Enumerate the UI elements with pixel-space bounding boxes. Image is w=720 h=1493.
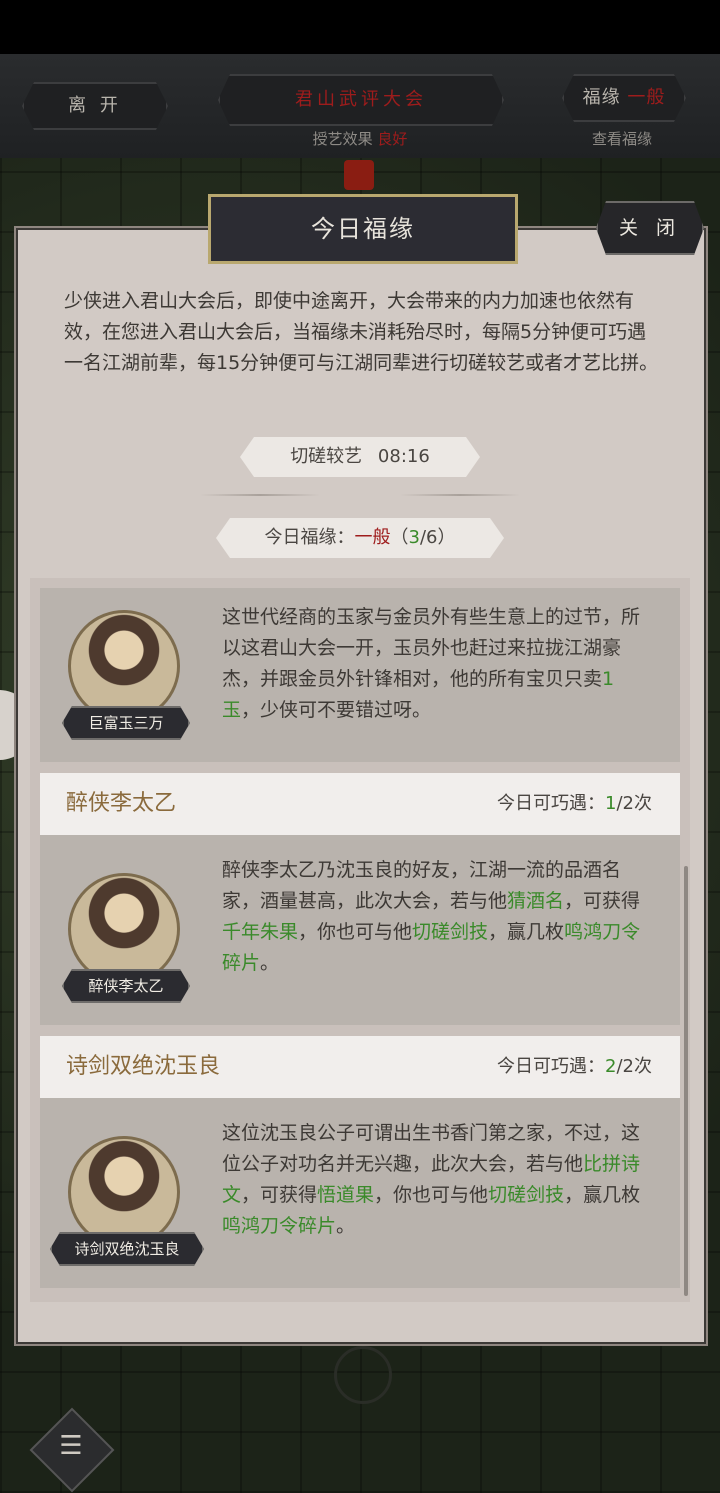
npc-desc-text: ，你也可与他 bbox=[298, 921, 413, 943]
count-total: /2次 bbox=[616, 1056, 652, 1077]
close-button[interactable]: 关 闭 bbox=[596, 201, 704, 255]
count-label: 今日可巧遇： bbox=[497, 1056, 606, 1077]
event-title[interactable]: 君山武评大会 bbox=[218, 74, 504, 126]
fortune-button[interactable]: 福缘 一般 bbox=[562, 74, 686, 122]
event-effect-label: 授艺效果 bbox=[312, 130, 373, 148]
spar-label: 切磋较艺 bbox=[290, 446, 363, 467]
npc-desc-text: ，可获得 bbox=[241, 1184, 318, 1206]
spar-timer: 切磋较艺 08:16 bbox=[240, 437, 480, 477]
status-bar bbox=[0, 0, 720, 54]
npc-card-header: 诗剑双绝沈玉良 今日可巧遇：2/2次 bbox=[40, 1036, 680, 1098]
npc-description: 这世代经商的玉家与金员外有些生意上的过节，所以这君山大会一开，玉员外也赶过来拉拢… bbox=[222, 602, 652, 726]
panel-description: 少侠进入君山大会后，即使中途离开，大会带来的内力加速也依然有效，在您进入君山大会… bbox=[64, 290, 659, 374]
npc-desc-text: ，赢几枚 bbox=[564, 1184, 641, 1206]
top-bar: 离 开 君山武评大会 授艺效果 良好 福缘 一般 查看福缘 bbox=[0, 54, 720, 160]
npc-desc-text: ，赢几枚 bbox=[488, 921, 565, 943]
npc-desc-text: 。 bbox=[336, 1215, 356, 1237]
divider-left bbox=[200, 494, 320, 496]
npc-desc-highlight: 悟道果 bbox=[317, 1184, 375, 1206]
npc-avatar[interactable] bbox=[68, 610, 180, 722]
npc-description: 醉侠李太乙乃沈玉良的好友，江湖一流的品酒名家，酒量甚高，此次大会，若与他猜酒名，… bbox=[222, 855, 652, 979]
chat-icon: ☰ bbox=[59, 1431, 83, 1461]
npc-desc-highlight: 千年朱果 bbox=[222, 921, 299, 943]
today-fortune-label: 今日福缘： bbox=[264, 527, 355, 548]
npc-description: 这位沈玉良公子可谓出生书香门第之家，不过，这位公子对功名并无兴趣，此次大会，若与… bbox=[222, 1118, 652, 1242]
npc-encounter-count: 今日可巧遇：1/2次 bbox=[497, 773, 652, 835]
npc-desc-highlight[interactable]: 猜酒名 bbox=[507, 890, 564, 912]
event-title-text: 君山武评大会 bbox=[295, 89, 427, 110]
npc-desc-text: 。 bbox=[260, 952, 280, 974]
npc-card-body: 诗剑双绝沈玉良 这位沈玉良公子可谓出生书香门第之家，不过，这位公子对功名并无兴趣… bbox=[40, 1098, 680, 1288]
count-used: 1 bbox=[605, 793, 617, 814]
fortune-button-value: 一般 bbox=[627, 87, 666, 108]
divider-right bbox=[400, 494, 520, 496]
today-fortune-total: /6 bbox=[419, 527, 438, 548]
npc-name-tag: 醉侠李太乙 bbox=[62, 969, 190, 1003]
scrollbar[interactable] bbox=[684, 866, 688, 1296]
npc-name: 诗剑双绝沈玉良 bbox=[66, 1054, 221, 1079]
npc-desc-highlight[interactable]: 切磋剑技 bbox=[412, 921, 488, 943]
npc-desc-highlight[interactable]: 切磋剑技 bbox=[488, 1184, 564, 1206]
event-effect: 授艺效果 良好 bbox=[300, 128, 420, 149]
view-fortune-link[interactable]: 查看福缘 bbox=[572, 128, 672, 149]
npc-list[interactable]: 巨富玉三万 这世代经商的玉家与金员外有些生意上的过节，所以这君山大会一开，玉员外… bbox=[30, 578, 690, 1302]
spar-time: 08:16 bbox=[377, 446, 430, 467]
today-fortune: 今日福缘：一般（3/6） bbox=[216, 518, 504, 558]
today-fortune-level: 一般 bbox=[354, 527, 391, 548]
npc-card-body: 巨富玉三万 这世代经商的玉家与金员外有些生意上的过节，所以这君山大会一开，玉员外… bbox=[40, 588, 680, 762]
npc-avatar[interactable] bbox=[68, 873, 180, 985]
npc-desc-text: ，可获得 bbox=[564, 890, 641, 912]
npc-avatar[interactable] bbox=[68, 1136, 180, 1248]
today-fortune-open: （ bbox=[390, 527, 409, 548]
count-total: /2次 bbox=[616, 793, 652, 814]
npc-encounter-count: 今日可巧遇：2/2次 bbox=[497, 1036, 652, 1098]
npc-card-header: 醉侠李太乙 今日可巧遇：1/2次 bbox=[40, 773, 680, 835]
fortune-button-label: 福缘 bbox=[582, 87, 621, 108]
today-fortune-close: ） bbox=[437, 527, 456, 548]
npc-desc-highlight: 鸣鸿刀令碎片 bbox=[222, 1215, 337, 1237]
npc-name: 醉侠李太乙 bbox=[66, 791, 177, 816]
panel-title: 今日福缘 bbox=[208, 194, 518, 264]
npc-name-tag: 巨富玉三万 bbox=[62, 706, 190, 740]
npc-card-body: 醉侠李太乙 醉侠李太乙乃沈玉良的好友，江湖一流的品酒名家，酒量甚高，此次大会，若… bbox=[40, 835, 680, 1025]
count-label: 今日可巧遇： bbox=[497, 793, 606, 814]
emblem-icon bbox=[334, 1346, 392, 1404]
npc-desc-text: ，少侠可不要错过呀。 bbox=[241, 699, 432, 721]
npc-name-tag: 诗剑双绝沈玉良 bbox=[50, 1232, 204, 1266]
npc-desc-text: 这位沈玉良公子可谓出生书香门第之家，不过，这位公子对功名并无兴趣，此次大会，若与… bbox=[222, 1122, 641, 1175]
npc-desc-text: 这世代经商的玉家与金员外有些生意上的过节，所以这君山大会一开，玉员外也赶过来拉拢… bbox=[222, 606, 641, 690]
count-used: 2 bbox=[605, 1056, 617, 1077]
leave-button[interactable]: 离 开 bbox=[22, 82, 168, 130]
lantern-icon bbox=[344, 160, 374, 190]
today-fortune-used: 3 bbox=[408, 527, 420, 548]
event-effect-value: 良好 bbox=[377, 130, 408, 148]
npc-desc-text: ，你也可与他 bbox=[374, 1184, 489, 1206]
